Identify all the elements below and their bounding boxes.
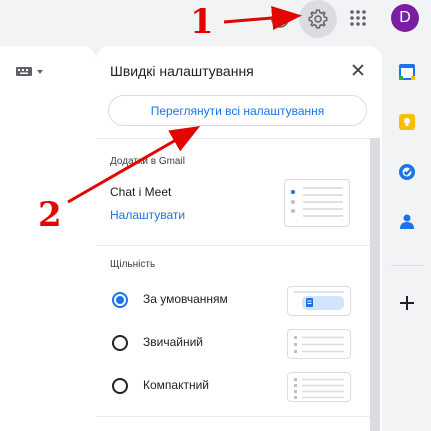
chat-meet-customize-link[interactable]: Налаштувати: [110, 208, 185, 222]
addons-section-label: Додатки в Gmail: [110, 156, 185, 167]
settings-gear-icon: [308, 9, 328, 29]
density-comfortable-preview-image: [294, 336, 344, 353]
settings-button[interactable]: [299, 0, 337, 38]
plus-icon[interactable]: [397, 293, 417, 313]
close-button[interactable]: [348, 60, 368, 80]
keyboard-icon: [16, 67, 43, 76]
density-section-label: Щільність: [110, 259, 156, 270]
density-comfortable-label[interactable]: Звичайний: [143, 335, 203, 349]
close-icon: [352, 64, 364, 76]
density-compact-preview-image: [294, 378, 344, 399]
help-button[interactable]: [266, 5, 294, 33]
divider: [96, 138, 370, 139]
mail-list-pane: [0, 46, 96, 431]
see-all-settings-button[interactable]: Переглянути всі налаштування: [108, 95, 367, 126]
chat-meet-title: Chat і Meet: [110, 185, 172, 199]
density-comfortable-preview[interactable]: [287, 329, 351, 359]
density-default-label[interactable]: За умовчанням: [143, 292, 228, 306]
density-default-radio[interactable]: [112, 292, 128, 308]
chat-meet-preview-image: [291, 187, 343, 217]
density-comfortable-radio[interactable]: [112, 335, 128, 351]
chat-meet-preview[interactable]: [284, 179, 350, 227]
divider: [96, 416, 370, 417]
density-compact-radio[interactable]: [112, 378, 128, 394]
side-panel-rail: [385, 46, 431, 431]
contacts-icon[interactable]: [397, 212, 417, 232]
rail-divider: [391, 265, 423, 266]
keep-icon[interactable]: [397, 112, 417, 132]
account-avatar[interactable]: D: [391, 4, 419, 32]
input-tools-button[interactable]: [16, 64, 46, 82]
panel-title: Швидкі налаштування: [110, 63, 254, 79]
divider: [96, 245, 370, 246]
panel-scrollbar[interactable]: [370, 138, 380, 431]
annotation-number-1: 1: [190, 2, 214, 42]
density-default-preview-image: [294, 291, 344, 310]
apps-button[interactable]: [346, 6, 370, 30]
quick-settings-panel: Швидкі налаштування Переглянути всі нала…: [96, 46, 382, 431]
calendar-icon[interactable]: [397, 62, 417, 82]
top-bar: D: [0, 0, 431, 40]
density-compact-preview[interactable]: [287, 372, 351, 402]
tasks-icon[interactable]: [397, 162, 417, 182]
help-icon: [271, 10, 289, 28]
density-default-preview[interactable]: [287, 286, 351, 316]
annotation-number-2: 2: [38, 195, 62, 235]
apps-grid-icon: [350, 10, 366, 26]
density-compact-label[interactable]: Компактний: [143, 378, 209, 392]
